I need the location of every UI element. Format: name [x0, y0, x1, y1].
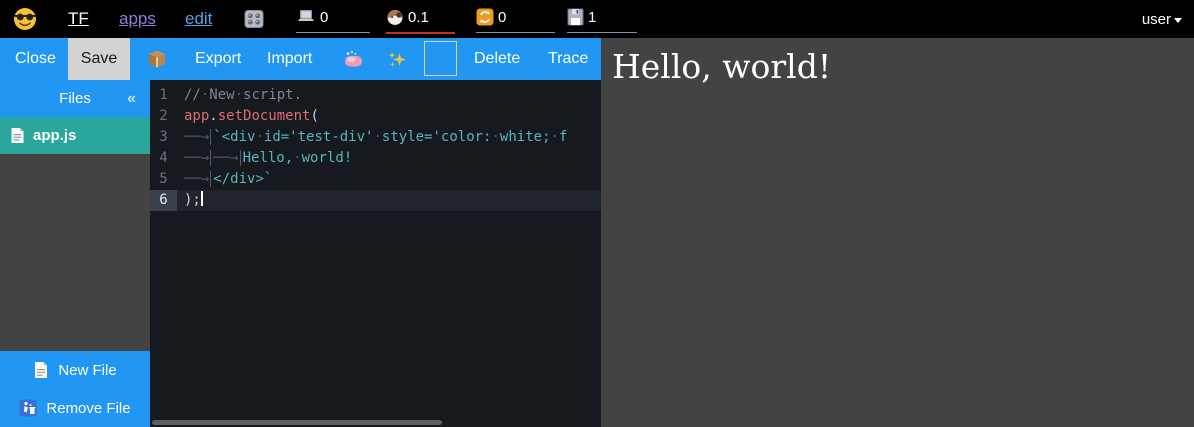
floppy-meter[interactable]: 1	[567, 2, 637, 33]
code-token: `<div	[213, 129, 255, 145]
line-number: 1	[150, 85, 177, 106]
hamster-icon	[386, 8, 404, 26]
save-button[interactable]: Save	[68, 38, 130, 80]
code-token: app	[184, 108, 209, 124]
package-icon-button[interactable]	[146, 38, 168, 80]
sunglasses-face-icon[interactable]	[13, 0, 37, 38]
code-token: ·	[491, 129, 499, 145]
line-number: 3	[150, 127, 177, 148]
code-token: ·	[373, 129, 381, 145]
remove-file-label: Remove File	[46, 400, 130, 417]
control-knobs-icon[interactable]	[242, 0, 266, 38]
file-item-appjs[interactable]: app.js	[0, 117, 150, 154]
code-line[interactable]: ──→──→Hello,·world!	[177, 148, 601, 169]
new-file-icon	[33, 361, 49, 379]
refresh-meter-value: 0	[498, 9, 506, 26]
files-title: Files	[59, 90, 91, 107]
code-line[interactable]: app.setDocument(	[177, 106, 601, 127]
code-token: ·	[255, 129, 263, 145]
code-token: </div>`	[213, 171, 272, 187]
tab-marker: ──→	[184, 150, 211, 166]
files-header: Files «	[0, 80, 150, 117]
code-token: (	[310, 108, 318, 124]
code-token: script.	[243, 87, 302, 103]
refresh-icon	[476, 8, 494, 26]
new-file-label: New File	[58, 362, 116, 379]
empty-slot-button[interactable]	[424, 41, 457, 76]
laptop-icon	[296, 8, 316, 26]
chevron-down-icon	[1174, 18, 1182, 23]
line-number: 6	[150, 190, 177, 211]
code-token: f	[559, 129, 567, 145]
sidebar-actions: New File Remove File	[0, 351, 150, 427]
app-window: TF apps edit 0	[0, 0, 1194, 427]
code-lines: //·New·script.app.setDocument(──→`<div·i…	[177, 85, 601, 211]
brand-link[interactable]: TF	[68, 0, 89, 38]
code-token: setDocument	[218, 108, 311, 124]
code-token: Hello,	[243, 150, 294, 166]
floppy-meter-value: 1	[588, 9, 596, 26]
laptop-meter-value: 0	[320, 9, 328, 26]
line-number: 2	[150, 106, 177, 127]
export-button[interactable]: Export	[195, 38, 241, 80]
litter-bin-icon	[19, 399, 37, 417]
nav-apps-link[interactable]: apps	[119, 0, 156, 38]
tab-marker: ──→	[213, 150, 240, 166]
code-token: New	[209, 87, 234, 103]
new-file-button[interactable]: New File	[0, 351, 150, 389]
user-menu[interactable]: user	[1142, 0, 1182, 38]
trace-button[interactable]: Trace	[548, 38, 588, 80]
code-token: .	[209, 108, 217, 124]
files-sidebar: Files « app.js	[0, 80, 150, 427]
editor-toolbar: Close Save Export Import	[0, 38, 601, 80]
tab-marker: ──→	[184, 129, 211, 145]
delete-button[interactable]: Delete	[474, 38, 520, 80]
line-number: 4	[150, 148, 177, 169]
line-number: 5	[150, 169, 177, 190]
file-name: app.js	[33, 127, 76, 144]
document-icon	[10, 127, 25, 144]
code-token: white;	[500, 129, 551, 145]
close-button[interactable]: Close	[15, 38, 56, 80]
hamster-meter[interactable]: 0.1	[386, 2, 455, 34]
code-token: world!	[302, 150, 353, 166]
remove-file-button[interactable]: Remove File	[0, 389, 150, 427]
nav-edit-link[interactable]: edit	[185, 0, 212, 38]
code-line[interactable]: //·New·script.	[177, 85, 601, 106]
code-token: );	[184, 192, 201, 208]
code-token: ·	[551, 129, 559, 145]
horizontal-scrollbar-thumb[interactable]	[152, 420, 442, 425]
preview-pane: Hello, world!	[601, 38, 1194, 427]
gutter: 123456	[150, 85, 177, 211]
user-menu-label: user	[1142, 11, 1171, 28]
code-token: id='test-div'	[264, 129, 374, 145]
sparkles-icon-button[interactable]	[387, 38, 408, 80]
refresh-meter[interactable]: 0	[476, 2, 555, 33]
code-line[interactable]: ──→`<div·id='test-div'·style='color:·whi…	[177, 127, 601, 148]
laptop-meter[interactable]: 0	[296, 2, 370, 33]
code-editor[interactable]: 123456 //·New·script.app.setDocument(──→…	[150, 80, 601, 427]
soap-icon-button[interactable]	[343, 38, 364, 80]
code-token: ·	[235, 87, 243, 103]
top-bar: TF apps edit 0	[0, 0, 1194, 38]
code-token: ·	[293, 150, 301, 166]
code-line[interactable]: ──→</div>`	[177, 169, 601, 190]
import-button[interactable]: Import	[267, 38, 312, 80]
preview-text: Hello, world!	[601, 38, 1194, 86]
floppy-icon	[567, 8, 584, 26]
tab-marker: ──→	[184, 171, 211, 187]
code-token: style='color:	[382, 129, 492, 145]
code-line[interactable]: );	[177, 190, 601, 211]
collapse-sidebar-button[interactable]: «	[127, 80, 136, 117]
hamster-meter-value: 0.1	[408, 9, 429, 26]
code-token: //	[184, 87, 201, 103]
text-cursor	[201, 191, 203, 206]
